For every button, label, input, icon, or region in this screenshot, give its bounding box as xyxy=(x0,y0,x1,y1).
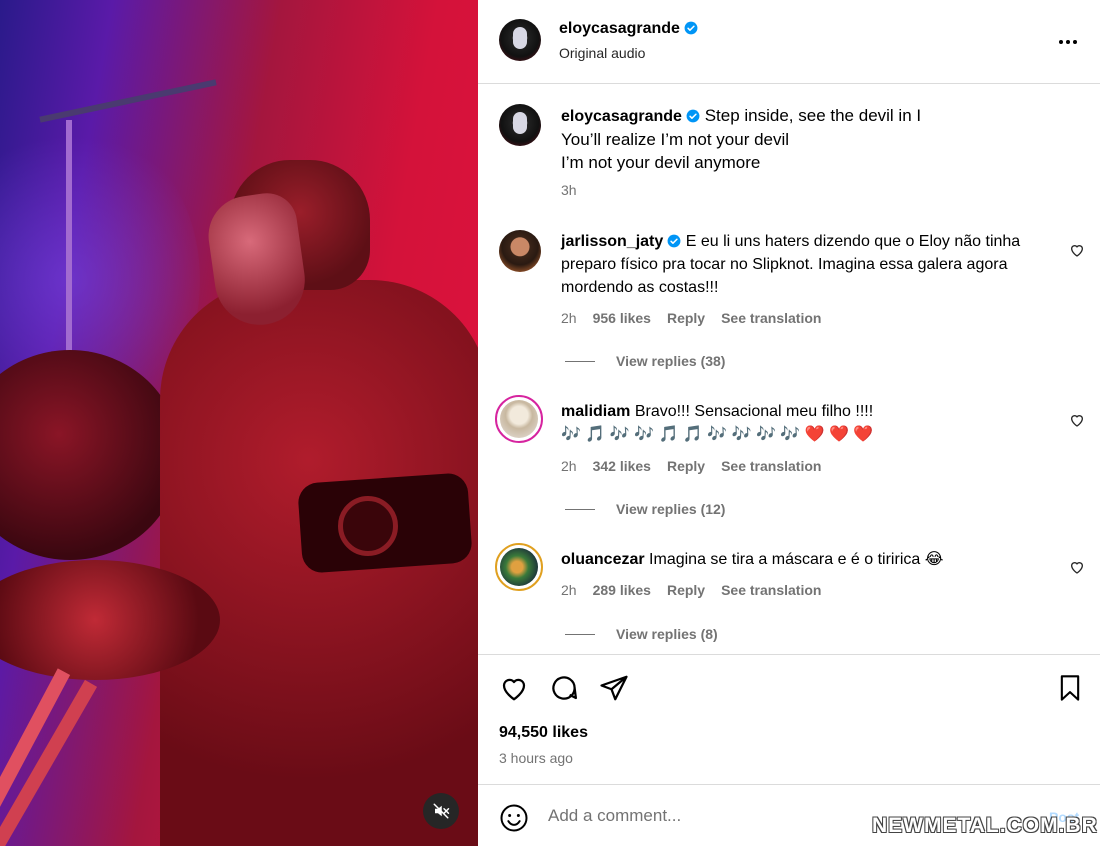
caption-username[interactable]: eloycasagrande xyxy=(561,108,682,125)
view-replies-label: View replies (12) xyxy=(616,501,726,517)
comment-icon xyxy=(552,676,577,700)
comment-username[interactable]: malidiam xyxy=(561,403,630,420)
heart-icon xyxy=(502,678,526,701)
mic-stand-arm xyxy=(39,79,217,123)
comment-meta: 2h 342 likes Reply See translation xyxy=(561,458,837,474)
avatar[interactable] xyxy=(495,395,543,443)
avatar-image xyxy=(500,548,538,586)
avatar[interactable] xyxy=(499,104,541,146)
view-replies-button[interactable]: View replies (12) xyxy=(565,501,725,517)
comment-username[interactable]: oluancezar xyxy=(561,551,645,568)
author-username[interactable]: eloycasagrande xyxy=(559,20,680,37)
view-replies-label: View replies (8) xyxy=(616,626,718,642)
comment-text: oluancezar Imagina se tira a máscara e é… xyxy=(561,548,1061,571)
share-icon xyxy=(600,675,628,701)
verified-icon xyxy=(667,234,681,248)
see-translation-button[interactable]: See translation xyxy=(721,310,821,326)
post-actions: 94,550 likes 3 hours ago xyxy=(478,654,1100,784)
comment-username[interactable]: jarlisson_jaty xyxy=(561,233,663,250)
comment-likes[interactable]: 289 likes xyxy=(593,582,651,598)
caption-line: I’m not your devil anymore xyxy=(561,153,761,172)
likes-count[interactable]: 94,550 likes xyxy=(499,724,588,742)
view-replies-button[interactable]: View replies (8) xyxy=(565,626,718,642)
comment-body: Imagina se tira a máscara e é o tiririca… xyxy=(649,551,944,568)
avatar[interactable] xyxy=(499,230,541,272)
replies-divider xyxy=(565,360,595,362)
heart-icon xyxy=(1070,562,1084,574)
comment-button[interactable] xyxy=(549,673,579,708)
more-icon xyxy=(1059,40,1077,44)
view-replies-label: View replies (38) xyxy=(616,353,726,369)
share-button[interactable] xyxy=(599,673,629,708)
replies-divider xyxy=(565,508,595,510)
like-comment-button[interactable] xyxy=(1069,559,1085,575)
heart-icon xyxy=(1070,245,1084,257)
reply-button[interactable]: Reply xyxy=(667,310,705,326)
verified-icon xyxy=(686,109,700,123)
post-timestamp[interactable]: 3 hours ago xyxy=(499,750,573,766)
like-button[interactable] xyxy=(499,673,529,708)
avatar-image xyxy=(500,400,538,438)
post-video[interactable] xyxy=(0,0,478,846)
replies-divider xyxy=(565,633,595,635)
like-comment-button[interactable] xyxy=(1069,412,1085,428)
avatar[interactable] xyxy=(495,543,543,591)
like-comment-button[interactable] xyxy=(1069,242,1085,258)
comment-time[interactable]: 2h xyxy=(561,310,577,326)
see-translation-button[interactable]: See translation xyxy=(721,582,821,598)
caption-line: You’ll realize I’m not your devil xyxy=(561,130,790,149)
comment-body: Bravo!!! Sensacional meu filho !!!! xyxy=(634,403,874,420)
site-watermark: NEWMETAL.COM.BR xyxy=(872,814,1098,837)
reply-button[interactable]: Reply xyxy=(667,458,705,474)
comment-time[interactable]: 2h xyxy=(561,458,577,474)
more-options-button[interactable] xyxy=(1058,32,1078,50)
view-replies-button[interactable]: View replies (38) xyxy=(565,353,725,369)
reply-button[interactable]: Reply xyxy=(667,582,705,598)
save-button[interactable] xyxy=(1056,673,1084,708)
see-translation-button[interactable]: See translation xyxy=(721,458,821,474)
comment-text: malidiam Bravo!!! Sensacional meu filho … xyxy=(561,400,1061,446)
volume-off-icon xyxy=(433,803,450,819)
verified-icon xyxy=(684,21,698,35)
post-panel: eloycasagrande Original audio eloycasagr… xyxy=(478,0,1100,846)
caption-text: eloycasagrande Step inside, see the devi… xyxy=(561,104,1081,174)
armband-patch xyxy=(338,496,398,556)
post-header: eloycasagrande Original audio xyxy=(478,0,1100,84)
comment-time[interactable]: 2h xyxy=(561,582,577,598)
comment-meta: 2h 956 likes Reply See translation xyxy=(561,310,837,326)
comment-likes[interactable]: 956 likes xyxy=(593,310,651,326)
comment-likes[interactable]: 342 likes xyxy=(593,458,651,474)
mute-button[interactable] xyxy=(423,793,459,829)
comment-meta: 2h 289 likes Reply See translation xyxy=(561,582,837,598)
comment-text: jarlisson_jaty E eu li uns haters dizend… xyxy=(561,230,1061,299)
audio-label[interactable]: Original audio xyxy=(559,45,645,61)
emoji-icon xyxy=(500,804,528,832)
caption-timestamp[interactable]: 3h xyxy=(561,182,577,198)
comment-emoji-line: 🎶 🎵 🎶 🎶 🎵 🎵 🎶 🎶 🎶 🎶 ❤️ ❤️ ❤️ xyxy=(561,426,874,443)
caption-line: Step inside, see the devil in I xyxy=(704,106,922,125)
bookmark-icon xyxy=(1060,675,1080,701)
heart-icon xyxy=(1070,415,1084,427)
avatar[interactable] xyxy=(499,19,541,61)
emoji-button[interactable] xyxy=(499,803,529,838)
